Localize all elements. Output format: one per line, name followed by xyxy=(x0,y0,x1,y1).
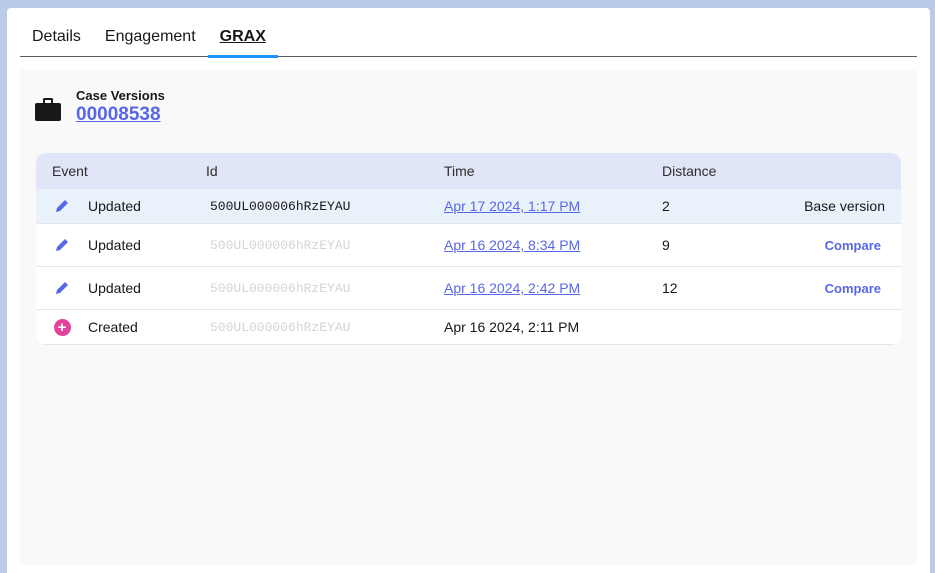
header-label: Case Versions xyxy=(76,88,165,103)
case-number-link[interactable]: 00008538 xyxy=(76,104,161,126)
record-id: 500UL000006hRzEYAU xyxy=(210,319,351,335)
distance-value: 9 xyxy=(662,237,670,253)
table-row[interactable]: Updated 500UL000006hRzEYAU Apr 16 2024, … xyxy=(36,224,901,267)
record-id: 500UL000006hRzEYAU xyxy=(210,198,351,214)
distance-value: 2 xyxy=(662,198,670,214)
time-link[interactable]: Apr 17 2024, 1:17 PM xyxy=(444,198,580,214)
column-header-id: Id xyxy=(206,163,218,179)
event-label: Updated xyxy=(88,198,141,214)
distance-value: 12 xyxy=(662,280,678,296)
column-header-distance: Distance xyxy=(662,163,717,179)
briefcase-icon xyxy=(35,98,61,121)
record-id: 500UL000006hRzEYAU xyxy=(210,280,351,296)
plus-circle-icon: + xyxy=(52,317,72,337)
tab-engagement[interactable]: Engagement xyxy=(93,22,208,57)
compare-button[interactable]: Compare xyxy=(825,281,885,296)
event-label: Updated xyxy=(88,280,141,296)
table-header: Event Id Time Distance xyxy=(36,153,901,189)
pencil-icon xyxy=(52,235,72,255)
record-id: 500UL000006hRzEYAU xyxy=(210,237,351,253)
tab-details[interactable]: Details xyxy=(20,22,93,57)
event-label: Created xyxy=(88,319,138,335)
tab-grax[interactable]: GRAX xyxy=(207,22,279,58)
table-row[interactable]: + Created 500UL000006hRzEYAU Apr 16 2024… xyxy=(36,310,901,345)
case-versions-header: Case Versions 00008538 xyxy=(35,88,165,126)
record-card: Details Engagement GRAX Case Versions 00… xyxy=(7,8,930,573)
table-row[interactable]: Updated 500UL000006hRzEYAU Apr 17 2024, … xyxy=(36,189,901,224)
pencil-icon xyxy=(52,196,72,216)
event-label: Updated xyxy=(88,237,141,253)
time-text: Apr 16 2024, 2:11 PM xyxy=(444,319,580,335)
grax-panel: Case Versions 00008538 Event Id Time Dis… xyxy=(20,70,917,565)
column-header-event: Event xyxy=(52,163,88,179)
base-version-label: Base version xyxy=(804,198,885,214)
tab-bar: Details Engagement GRAX xyxy=(20,22,917,58)
time-link[interactable]: Apr 16 2024, 8:34 PM xyxy=(444,237,580,253)
pencil-icon xyxy=(52,278,72,298)
versions-table: Event Id Time Distance Updated 500UL0000… xyxy=(36,153,901,345)
compare-button[interactable]: Compare xyxy=(825,238,885,253)
time-link[interactable]: Apr 16 2024, 2:42 PM xyxy=(444,280,580,296)
table-row[interactable]: Updated 500UL000006hRzEYAU Apr 16 2024, … xyxy=(36,267,901,310)
column-header-time: Time xyxy=(444,163,475,179)
